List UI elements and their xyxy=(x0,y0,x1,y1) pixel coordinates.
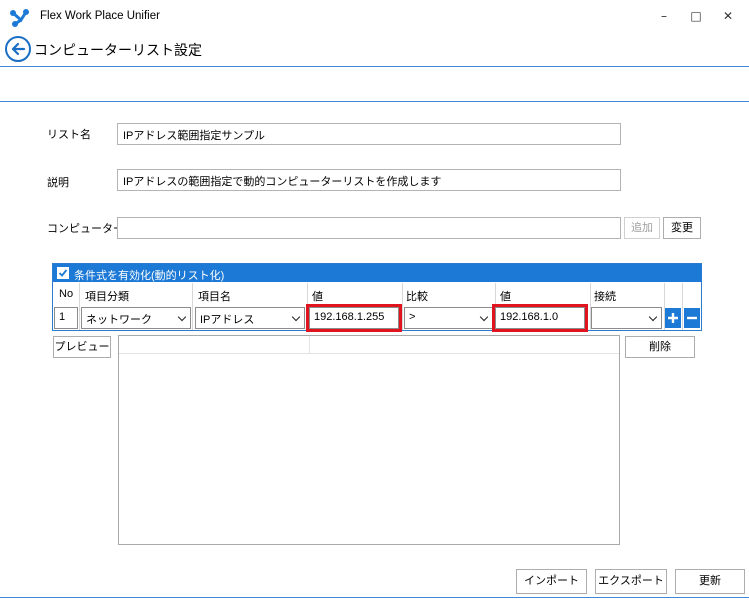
header-divider xyxy=(0,101,749,102)
import-button[interactable]: インポート xyxy=(516,569,587,594)
list-name-input[interactable]: IPアドレス範囲指定サンプル xyxy=(117,123,621,145)
conditions-panel: 条件式を有効化(動的リスト化) No 項目分類 項目名 値 比較 値 接続 1 … xyxy=(52,263,702,332)
add-condition-button[interactable] xyxy=(665,308,681,328)
description-input[interactable]: IPアドレスの範囲指定で動的コンピューターリストを作成します xyxy=(117,169,621,191)
column-divider xyxy=(192,283,193,330)
export-button[interactable]: エクスポート xyxy=(595,569,667,594)
enable-conditions-label: 条件式を有効化(動的リスト化) xyxy=(74,270,225,282)
checkmark-icon xyxy=(58,269,68,277)
compare-select[interactable]: > xyxy=(404,307,493,329)
plus-icon xyxy=(668,313,678,323)
minus-icon xyxy=(687,316,697,320)
conditions-header: 条件式を有効化(動的リスト化) xyxy=(53,264,701,282)
value-input[interactable]: 192.168.1.255 xyxy=(306,304,402,332)
page-title: コンピューターリスト設定 xyxy=(34,42,202,58)
connect-select[interactable] xyxy=(591,307,662,329)
app-logo-icon xyxy=(10,9,29,27)
maximize-button[interactable]: □ xyxy=(686,6,706,26)
close-button[interactable]: ✕ xyxy=(718,6,738,26)
delete-button[interactable]: 削除 xyxy=(625,336,695,358)
arrow-left-icon xyxy=(11,42,26,56)
column-divider xyxy=(309,336,310,354)
change-button[interactable]: 変更 xyxy=(663,217,701,239)
column-header-no: No xyxy=(59,288,74,300)
column-header-item: 項目名 xyxy=(198,291,231,303)
app-title: Flex Work Place Unifier xyxy=(40,10,160,22)
column-divider xyxy=(307,283,308,330)
add-button[interactable]: 追加 xyxy=(624,217,660,239)
back-button[interactable] xyxy=(5,36,31,62)
category-select[interactable]: ネットワーク xyxy=(81,307,191,329)
column-divider xyxy=(402,283,403,330)
preview-list-header xyxy=(119,336,619,354)
description-label: 説明 xyxy=(47,177,69,189)
column-header-compare: 比較 xyxy=(406,291,428,303)
preview-button[interactable]: プレビュー xyxy=(53,336,111,358)
title-bar: Flex Work Place Unifier – □ ✕ xyxy=(0,0,749,34)
minimize-button[interactable]: – xyxy=(654,6,674,26)
column-divider xyxy=(79,283,80,330)
update-button[interactable]: 更新 xyxy=(675,569,745,594)
computer-name-input[interactable] xyxy=(117,217,621,239)
column-header-connect: 接続 xyxy=(594,291,616,303)
preview-list[interactable] xyxy=(118,335,620,545)
column-header-value: 値 xyxy=(312,291,323,303)
value-input[interactable]: 192.168.1.0 xyxy=(492,304,588,332)
footer-divider xyxy=(0,597,749,598)
row-number-input[interactable]: 1 xyxy=(54,307,78,329)
header-divider xyxy=(0,66,749,67)
item-select[interactable]: IPアドレス xyxy=(195,307,305,329)
column-header-category: 項目分類 xyxy=(85,291,129,303)
list-name-label: リスト名 xyxy=(47,129,91,141)
remove-condition-button[interactable] xyxy=(684,308,700,328)
enable-conditions-checkbox[interactable] xyxy=(57,267,69,279)
column-header-value: 値 xyxy=(500,291,511,303)
column-divider xyxy=(682,283,683,330)
